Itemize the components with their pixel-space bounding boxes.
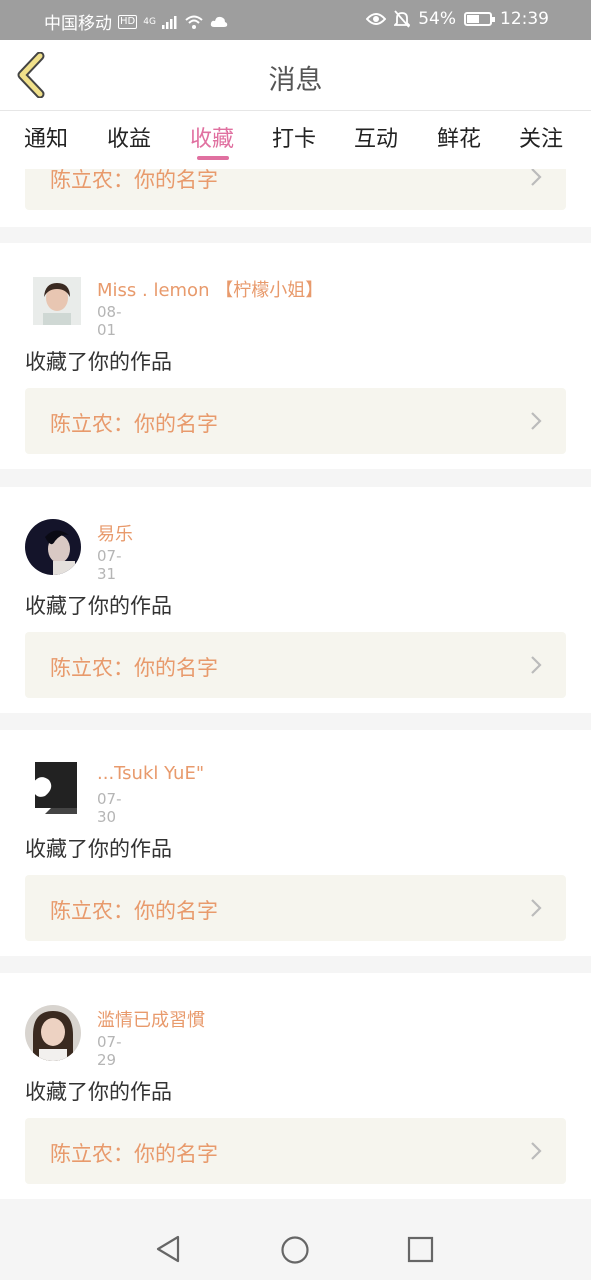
network-type-label: 4G (143, 16, 156, 27)
date: 07-29 (97, 1033, 122, 1069)
work-link[interactable]: 陈立农：你的名字 (25, 632, 566, 698)
work-title: 陈立农：你的名字 (50, 656, 218, 680)
battery-icon (464, 12, 495, 26)
tab-follows[interactable]: 关注 (519, 121, 563, 153)
chevron-right-icon (531, 169, 542, 186)
tab-flowers[interactable]: 鲜花 (437, 121, 481, 153)
active-tab-indicator (197, 156, 229, 160)
tab-favorites[interactable]: 收藏 (190, 121, 234, 153)
work-link[interactable]: 陈立农：你的名字 (25, 875, 566, 941)
username[interactable]: ...Tsukl YuE" (97, 763, 204, 784)
work-link[interactable]: 陈立农：你的名字 (25, 169, 566, 210)
signal-icon (161, 15, 177, 29)
home-circle-icon[interactable] (280, 1235, 310, 1265)
work-title: 陈立农：你的名字 (50, 1142, 218, 1166)
avatar[interactable] (25, 762, 77, 814)
username[interactable]: Miss . lemon 【柠檬小姐】 (97, 276, 323, 302)
list-item-partial: 陈立农：你的名字 (0, 169, 591, 227)
tab-interactions[interactable]: 互动 (354, 121, 398, 153)
work-link[interactable]: 陈立农：你的名字 (25, 388, 566, 454)
cloud-icon (210, 16, 228, 27)
recents-square-icon[interactable] (407, 1236, 434, 1263)
work-link[interactable]: 陈立农：你的名字 (25, 1118, 566, 1184)
back-triangle-icon[interactable] (154, 1234, 182, 1264)
chevron-right-icon (531, 899, 542, 917)
list-item: Miss . lemon 【柠檬小姐】 08-01 收藏了你的作品 陈立农：你的… (0, 243, 591, 469)
chevron-right-icon (531, 1142, 542, 1160)
eye-icon (366, 13, 387, 25)
date: 07-30 (97, 790, 122, 826)
chevron-right-icon (531, 656, 542, 674)
action-text: 收藏了你的作品 (25, 594, 172, 618)
work-title: 陈立农：你的名字 (50, 899, 218, 923)
action-text: 收藏了你的作品 (25, 837, 172, 861)
work-title: 陈立农：你的名字 (50, 412, 218, 436)
action-text: 收藏了你的作品 (25, 1080, 172, 1104)
battery-fill (467, 15, 479, 23)
list-item: ...Tsukl YuE" 07-30 收藏了你的作品 陈立农：你的名字 (0, 730, 591, 956)
page-title: 消息 (268, 65, 323, 96)
tab-notifications[interactable]: 通知 (24, 121, 68, 153)
battery-percent: 54% (418, 9, 456, 29)
clock: 12:39 (500, 9, 549, 29)
username[interactable]: 易乐 (97, 520, 133, 546)
app-header: 消息 (0, 40, 591, 111)
wifi-icon (185, 15, 203, 29)
date: 07-31 (97, 547, 122, 583)
carrier-label: 中国移动 (44, 14, 112, 34)
favorites-feed[interactable]: 陈立农：你的名字 Miss . lemon 【柠檬小姐】 08-01 收藏了你的… (0, 169, 591, 1216)
date: 08-01 (97, 303, 122, 339)
avatar[interactable] (25, 1005, 81, 1061)
work-title: 陈立农：你的名字 (50, 169, 218, 192)
avatar[interactable] (33, 277, 81, 325)
tab-earnings[interactable]: 收益 (107, 121, 151, 153)
avatar[interactable] (25, 519, 81, 575)
list-item: 易乐 07-31 收藏了你的作品 陈立农：你的名字 (0, 487, 591, 713)
bell-off-icon (394, 10, 411, 28)
list-item: 滥情已成習慣 07-29 收藏了你的作品 陈立农：你的名字 (0, 973, 591, 1199)
category-tabs: 通知 收益 收藏 打卡 互动 鲜花 关注 (0, 111, 591, 169)
tab-checkin[interactable]: 打卡 (272, 121, 316, 153)
action-text: 收藏了你的作品 (25, 350, 172, 374)
status-bar: 中国移动 HD 4G 54% 12:39 (0, 0, 591, 40)
hd-icon: HD (118, 14, 138, 29)
username[interactable]: 滥情已成習慣 (97, 1006, 205, 1032)
system-nav-bar (0, 1216, 591, 1280)
chevron-right-icon (531, 412, 542, 430)
